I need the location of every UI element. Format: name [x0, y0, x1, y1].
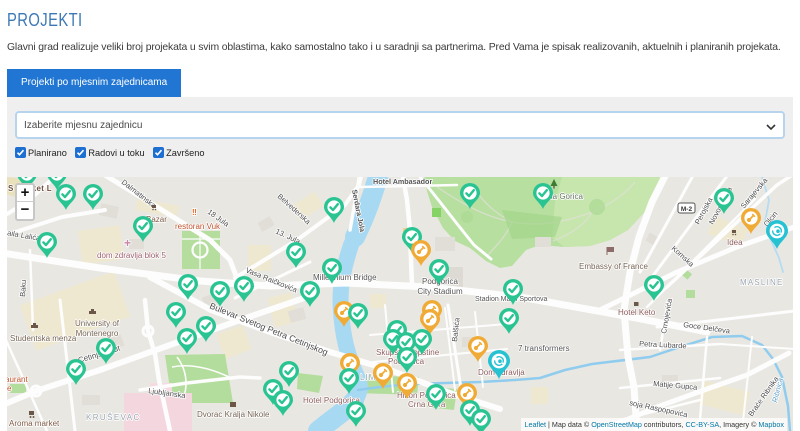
- svg-text:M-2: M-2: [681, 206, 693, 213]
- svg-text:‼: ‼: [192, 208, 197, 217]
- svg-text:Aroma market: Aroma market: [9, 419, 60, 428]
- svg-text:7 transformers: 7 transformers: [518, 344, 570, 353]
- svg-text:e: e: [7, 384, 12, 393]
- svg-text:Idea: Idea: [727, 238, 743, 247]
- svg-text:+: +: [124, 236, 131, 250]
- svg-text:MASLINE: MASLINE: [740, 278, 784, 287]
- svg-text:KRUŠEVAC: KRUŠEVAC: [86, 413, 141, 422]
- svg-text:dom zdravlja blok 5: dom zdravlja blok 5: [97, 251, 166, 260]
- svg-text:Montenegro: Montenegro: [76, 329, 119, 338]
- svg-text:aurant: aurant: [7, 375, 28, 384]
- svg-text:Baku: Baku: [18, 279, 28, 297]
- svg-text:Hotel Ambasador: Hotel Ambasador: [373, 177, 432, 186]
- svg-text:Studentska menza: Studentska menza: [10, 334, 77, 343]
- svg-text:Dvorac Kralja Nikole: Dvorac Kralja Nikole: [197, 410, 270, 419]
- svg-text:restoran Vuk: restoran Vuk: [175, 222, 221, 231]
- svg-text:Hotel Keto: Hotel Keto: [618, 308, 656, 317]
- svg-text:Millennium Bridge: Millennium Bridge: [313, 273, 377, 282]
- svg-text:University of: University of: [75, 319, 120, 328]
- svg-text:Embassy of France: Embassy of France: [579, 262, 648, 271]
- svg-text:City Stadium: City Stadium: [417, 287, 463, 296]
